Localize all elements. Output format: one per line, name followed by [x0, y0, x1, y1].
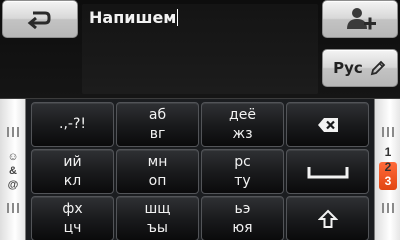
key-label: мн: [147, 153, 168, 170]
grip-handle-icon: [7, 203, 19, 213]
symbols-tab[interactable]: ☺ & @: [0, 99, 26, 240]
key-softeyuya[interactable]: ьэ юя: [201, 196, 284, 240]
add-contact-icon: [347, 8, 376, 30]
key-abvg[interactable]: аб вг: [116, 102, 199, 147]
message-input[interactable]: Напишем: [82, 4, 318, 94]
page-1[interactable]: 1: [375, 145, 400, 159]
key-punctuation[interactable]: .,-?!: [31, 102, 114, 147]
text-caret: [177, 9, 179, 26]
add-contact-button[interactable]: [322, 0, 398, 38]
input-language-button[interactable]: Рус: [322, 49, 398, 87]
ampersand-symbol: &: [9, 165, 17, 177]
key-label: деё: [229, 106, 256, 123]
key-label: вг: [149, 125, 166, 142]
grip-handle-icon: [7, 127, 19, 137]
backspace-icon: [317, 117, 338, 132]
key-shshchhardy[interactable]: шщ ъы: [116, 196, 199, 240]
space-icon: [307, 166, 348, 178]
page-3[interactable]: 3: [375, 174, 400, 188]
key-label: ъы: [147, 219, 168, 236]
message-text: Напишем: [89, 8, 179, 27]
key-label: жз: [232, 125, 253, 142]
key-label: .,-?!: [59, 116, 86, 132]
key-label: оп: [148, 172, 167, 189]
keyboard-panel: ☺ & @ 1 2 3 .,-?! аб вг деё жз ий кл мн …: [0, 98, 400, 240]
key-label: ий: [63, 153, 82, 170]
key-label: рс: [234, 153, 251, 170]
shift-icon: [317, 209, 338, 228]
key-label: юя: [232, 219, 253, 236]
grip-handle-icon: [382, 203, 394, 213]
key-iykl[interactable]: ий кл: [31, 149, 114, 194]
pencil-icon: [370, 60, 386, 76]
grip-handle-icon: [382, 127, 394, 137]
numbers-tab[interactable]: 1 2 3: [374, 99, 400, 240]
shift-key[interactable]: [286, 196, 369, 240]
backspace-key[interactable]: [286, 102, 369, 147]
key-fkhtsch[interactable]: фх цч: [31, 196, 114, 240]
key-label: фх: [62, 200, 83, 217]
key-label: ьэ: [234, 200, 251, 217]
back-arrow-icon: [27, 11, 51, 29]
at-symbol: @: [7, 179, 19, 191]
key-mnop[interactable]: мн оп: [116, 149, 199, 194]
key-deyozhz[interactable]: деё жз: [201, 102, 284, 147]
key-label: аб: [148, 106, 167, 123]
key-label: ту: [234, 172, 251, 189]
space-key[interactable]: [286, 149, 369, 194]
key-label: цч: [63, 219, 82, 236]
key-label: шщ: [144, 200, 171, 217]
smiley-symbol: ☺: [7, 151, 19, 163]
key-label: кл: [63, 172, 82, 189]
back-button[interactable]: [2, 0, 78, 38]
language-label: Рус: [333, 59, 363, 77]
key-rstu[interactable]: рс ту: [201, 149, 284, 194]
page-2[interactable]: 2: [375, 160, 400, 174]
